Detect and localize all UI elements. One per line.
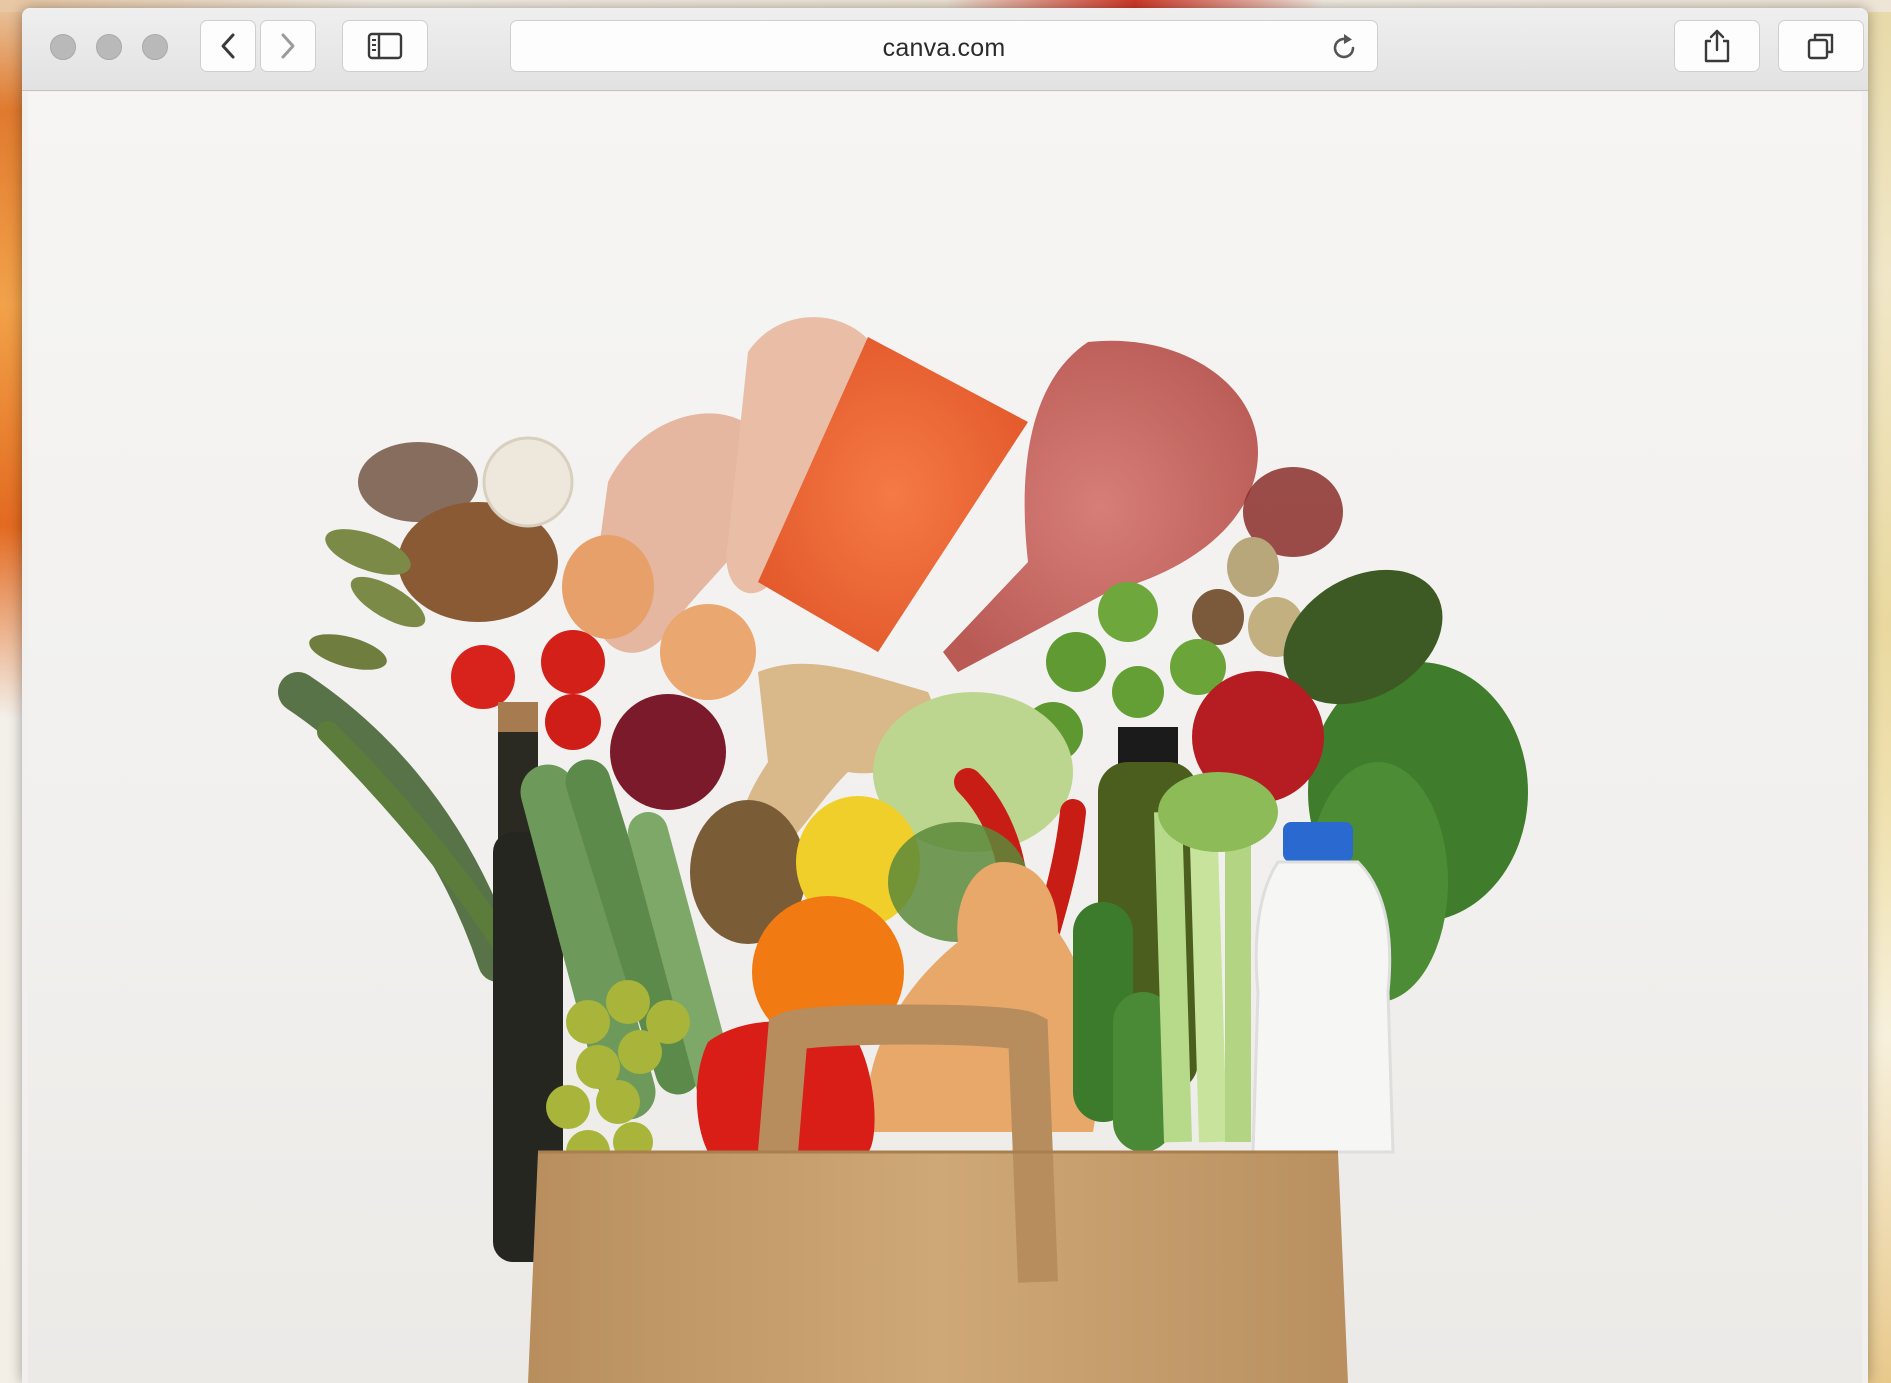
share-icon xyxy=(1704,29,1730,63)
window-zoom-button[interactable] xyxy=(142,34,168,60)
chevron-left-icon xyxy=(221,33,235,59)
forward-button[interactable] xyxy=(260,20,316,72)
grocery-bag-photo xyxy=(278,317,1528,1383)
address-bar-url: canva.com xyxy=(882,34,1006,62)
address-bar[interactable]: canva.com xyxy=(510,20,1378,72)
sidebar-icon xyxy=(367,32,403,60)
reload-icon[interactable] xyxy=(1331,32,1359,62)
brussels-sprout xyxy=(1098,582,1158,642)
tabs-overview-button[interactable] xyxy=(1778,20,1864,72)
egg xyxy=(562,535,654,639)
cherry-tomato xyxy=(541,630,605,694)
window-close-button[interactable] xyxy=(50,34,76,60)
chevron-right-icon xyxy=(281,33,295,59)
tabs-icon xyxy=(1807,33,1834,60)
browser-toolbar: canva.com xyxy=(22,8,1868,91)
rosemary xyxy=(278,672,519,982)
browser-window: canva.com xyxy=(22,8,1868,1383)
share-button[interactable] xyxy=(1674,20,1760,72)
garlic xyxy=(482,436,574,528)
cherry-tomato xyxy=(451,645,515,709)
window-minimize-button[interactable] xyxy=(96,34,122,60)
page-content xyxy=(28,92,1862,1383)
brussels-sprout xyxy=(1046,632,1106,692)
brussels-sprout xyxy=(1112,666,1164,718)
cherry-tomato xyxy=(545,694,601,750)
egg xyxy=(660,604,756,700)
red-onion xyxy=(610,694,726,810)
back-button[interactable] xyxy=(200,20,256,72)
sidebar-toggle-button[interactable] xyxy=(342,20,428,72)
